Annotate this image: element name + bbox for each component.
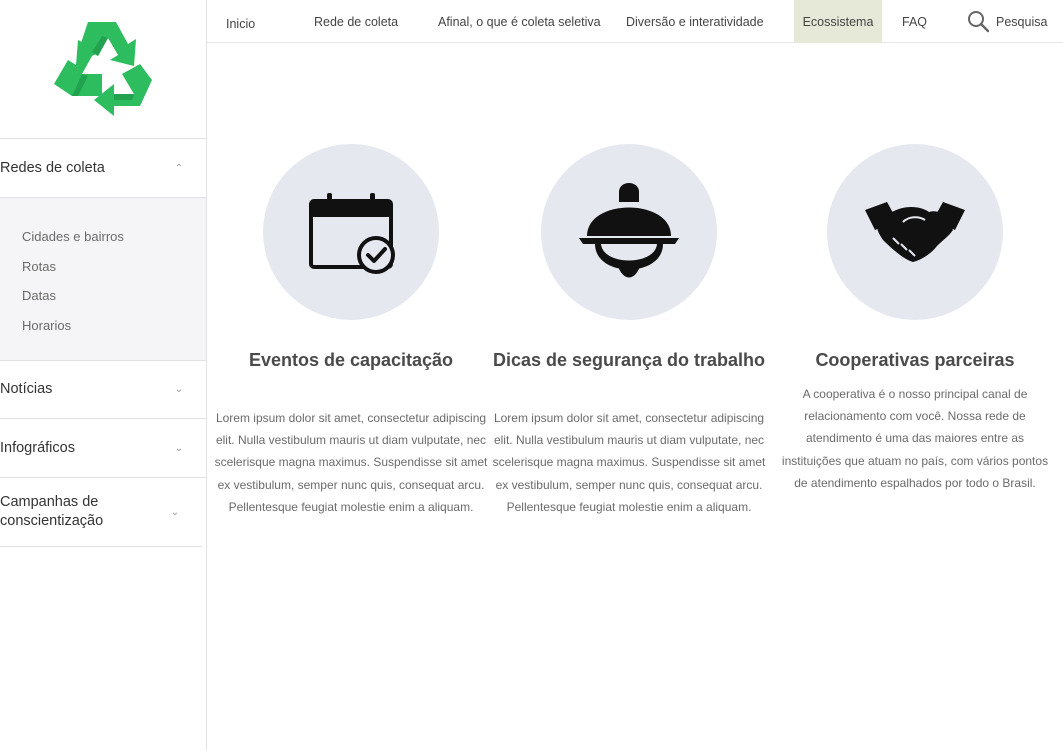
recycle-icon — [54, 22, 152, 116]
search-label: Pesquisa — [996, 14, 1048, 29]
nav-item-rede-de-coleta[interactable]: Rede de coleta — [314, 0, 398, 43]
sidebar: Redes de coleta ⌃ Cidades e bairros Rota… — [0, 0, 207, 750]
feature-card-cooperativas: Cooperativas parceiras A cooperativa é o… — [775, 144, 1055, 494]
feature-card-seguranca: Dicas de segurança do trabalho Lorem ips… — [489, 144, 769, 518]
sidebar-item-horarios[interactable]: Horarios — [22, 317, 206, 347]
chevron-up-icon: ⌃ — [174, 162, 184, 174]
icon-circle — [541, 144, 717, 320]
search-icon — [968, 11, 990, 33]
chevron-down-icon: ⌄ — [170, 506, 180, 518]
sidebar-section-campanhas[interactable]: Campanhas de conscientização ⌄ — [0, 478, 202, 547]
calendar-check-icon — [309, 193, 395, 274]
sidebar-section-redes-de-coleta[interactable]: Redes de coleta ⌃ — [0, 139, 206, 198]
sidebar-section-infograficos[interactable]: Infográficos ⌄ — [0, 419, 206, 478]
card-title: Eventos de capacitação — [248, 350, 454, 370]
handshake-icon — [865, 202, 965, 262]
sidebar-section-label: Infográficos — [0, 439, 75, 456]
chevron-down-icon: ⌄ — [174, 442, 184, 454]
logo[interactable] — [0, 0, 206, 139]
nav-item-faq[interactable]: FAQ — [902, 0, 927, 43]
sidebar-item-datas[interactable]: Datas — [22, 287, 206, 317]
nav-item-ecossistema[interactable]: Ecossistema — [794, 0, 882, 43]
icon-circle — [827, 144, 1003, 320]
icon-circle — [263, 144, 439, 320]
card-text: A cooperativa é o nosso principal canal … — [781, 387, 1049, 490]
safety-helmet-icon — [579, 183, 679, 278]
card-text: Lorem ipsum dolor sit amet, consectetur … — [492, 411, 766, 514]
nav-item-diversao[interactable]: Diversão e interatividade — [626, 0, 764, 43]
search-button[interactable]: Pesquisa — [967, 0, 1047, 43]
sidebar-section-label: Notícias — [0, 381, 53, 397]
sidebar-section-noticias[interactable]: Notícias ⌄ — [0, 361, 206, 419]
card-text: Lorem ipsum dolor sit amet, consectetur … — [214, 411, 488, 514]
top-nav: Inicio Rede de coleta Afinal, o que é co… — [207, 0, 1063, 43]
sidebar-item-rotas[interactable]: Rotas — [22, 258, 206, 288]
sidebar-section-label: Redes de coleta — [0, 159, 105, 176]
nav-item-coleta-seletiva[interactable]: Afinal, o que é coleta seletiva — [438, 0, 601, 43]
sidebar-item-cidades-e-bairros[interactable]: Cidades e bairros — [22, 228, 206, 258]
card-title: Dicas de segurança do trabalho — [492, 350, 766, 370]
feature-card-eventos: Eventos de capacitação Lorem ipsum dolor… — [211, 144, 491, 518]
chevron-down-icon: ⌄ — [174, 384, 184, 395]
nav-item-inicio[interactable]: Inicio — [226, 0, 255, 43]
sidebar-section-label: Campanhas de conscientização — [0, 494, 104, 529]
sidebar-submenu: Cidades e bairros Rotas Datas Horarios — [0, 198, 206, 361]
